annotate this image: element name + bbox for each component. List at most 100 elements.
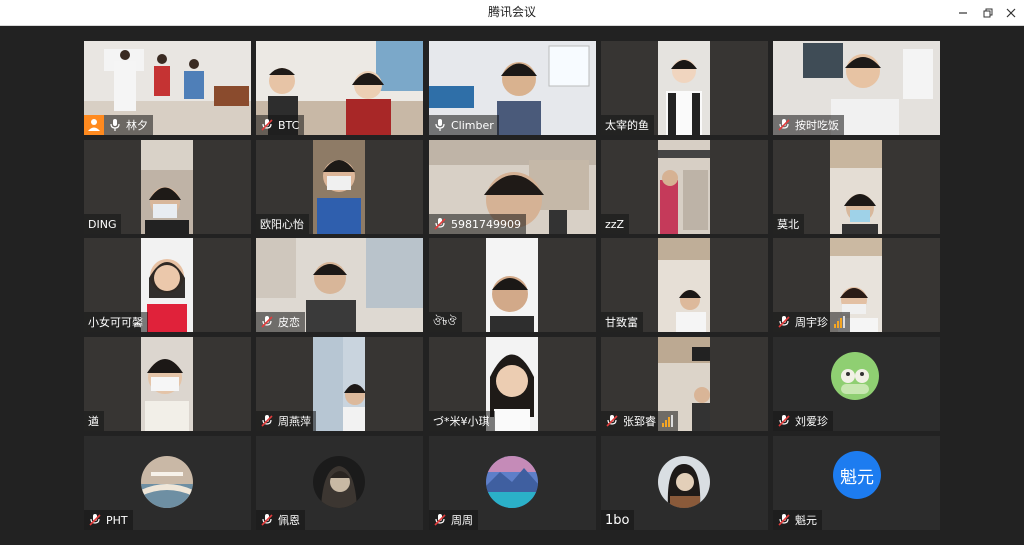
participant-label: Climber xyxy=(429,115,499,135)
participant-name: 太宰的鱼 xyxy=(605,119,649,132)
participant-label: 周周 xyxy=(429,510,478,530)
participant-label: 甘致富 xyxy=(601,312,643,332)
participant-name: 莫北 xyxy=(777,218,799,231)
video-feed xyxy=(830,140,882,234)
participant-name: づ*米¥小琪 xyxy=(433,415,490,428)
participant-tile[interactable]: ঔ৳ঔ xyxy=(429,238,596,332)
video-feed xyxy=(141,337,193,431)
participant-name: 甘致富 xyxy=(605,316,638,329)
mic-icon[interactable] xyxy=(108,118,122,132)
participant-label: 欧阳心怡 xyxy=(256,214,309,234)
participant-label: 小女可可馨 xyxy=(84,312,148,332)
participant-tile[interactable]: 欧阳心怡 xyxy=(256,140,423,234)
participant-name: 刘爱珍 xyxy=(795,415,828,428)
participant-label: 按时吃饭 xyxy=(773,115,844,135)
video-feed xyxy=(313,140,365,234)
mic-icon[interactable] xyxy=(433,118,447,132)
close-icon[interactable] xyxy=(998,0,1024,25)
participant-label: 周燕萍 xyxy=(256,411,316,431)
participant-label: 5981749909 xyxy=(429,214,526,234)
video-grid: 林夕 BTC Climber 太宰的鱼 按时吃饭 DING 欧阳心怡 59817… xyxy=(84,41,940,530)
participant-name: 小女可可馨 xyxy=(88,316,143,329)
participant-label: 林夕 xyxy=(104,115,153,135)
participant-name: 周宇珍 xyxy=(795,316,828,329)
participant-name: DING xyxy=(88,217,117,231)
mic-muted-icon[interactable] xyxy=(260,414,274,428)
participant-name: 周燕萍 xyxy=(278,415,311,428)
participant-tile[interactable]: BTC xyxy=(256,41,423,135)
mic-muted-icon[interactable] xyxy=(433,217,447,231)
mic-muted-icon[interactable] xyxy=(777,118,791,132)
video-feed xyxy=(658,41,710,135)
participant-tile[interactable]: 5981749909 xyxy=(429,140,596,234)
participant-name: 林夕 xyxy=(126,119,148,132)
participant-tile[interactable]: 刘爱珍 xyxy=(773,337,940,431)
participant-tile[interactable]: zzZ xyxy=(601,140,768,234)
participant-tile[interactable]: DING xyxy=(84,140,251,234)
signal-icon xyxy=(662,415,673,427)
mic-muted-icon[interactable] xyxy=(777,414,791,428)
participant-label: ঔ৳ঔ xyxy=(429,312,462,332)
participant-name: 1bo xyxy=(605,512,630,528)
avatar xyxy=(486,456,538,508)
participant-tile[interactable]: 周宇珍 xyxy=(773,238,940,332)
participant-label: 佩恩 xyxy=(256,510,305,530)
participant-label: 张郅睿 xyxy=(601,411,678,431)
video-feed xyxy=(313,337,365,431)
mic-muted-icon[interactable] xyxy=(88,513,102,527)
participant-tile[interactable]: づ*米¥小琪 xyxy=(429,337,596,431)
participant-label: 周宇珍 xyxy=(773,312,850,332)
participant-label: BTC xyxy=(256,115,305,135)
participant-label: 魁元 xyxy=(773,510,822,530)
participant-label: zzZ xyxy=(601,214,630,234)
participant-tile[interactable]: 周周 xyxy=(429,436,596,530)
avatar: 魁元 xyxy=(833,451,881,499)
window-title: 腾讯会议 xyxy=(487,5,536,19)
mic-muted-icon[interactable] xyxy=(433,513,447,527)
participant-tile[interactable]: PHT xyxy=(84,436,251,530)
participant-name: 佩恩 xyxy=(278,514,300,527)
participant-name: 周周 xyxy=(451,514,473,527)
participant-tile[interactable]: 魁元 魁元 xyxy=(773,436,940,530)
mic-muted-icon[interactable] xyxy=(260,513,274,527)
mic-muted-icon[interactable] xyxy=(605,414,619,428)
mic-muted-icon[interactable] xyxy=(777,513,791,527)
participant-tile[interactable]: 张郅睿 xyxy=(601,337,768,431)
participant-tile[interactable]: 1bo xyxy=(601,436,768,530)
participant-name: 5981749909 xyxy=(451,217,521,231)
mic-muted-icon[interactable] xyxy=(260,118,274,132)
participant-name: 皮恋 xyxy=(278,316,300,329)
video-feed xyxy=(486,238,538,332)
participant-tile[interactable]: 按时吃饭 xyxy=(773,41,940,135)
video-feed xyxy=(658,140,710,234)
participant-name: PHT xyxy=(106,513,128,527)
participant-tile[interactable]: 皮恋 xyxy=(256,238,423,332)
participant-tile[interactable]: 遒 xyxy=(84,337,251,431)
user-icon xyxy=(88,119,100,131)
participant-tile[interactable]: 莫北 xyxy=(773,140,940,234)
participant-tile[interactable]: 佩恩 xyxy=(256,436,423,530)
video-feed xyxy=(141,140,193,234)
participant-name: 张郅睿 xyxy=(623,415,656,428)
mic-muted-icon[interactable] xyxy=(260,315,274,329)
participant-tile[interactable]: 小女可可馨 xyxy=(84,238,251,332)
participant-label: 1bo xyxy=(601,510,635,530)
participant-tile[interactable]: 甘致富 xyxy=(601,238,768,332)
participant-name: zzZ xyxy=(605,217,625,231)
video-feed xyxy=(141,238,193,332)
mic-muted-icon[interactable] xyxy=(777,315,791,329)
video-feed xyxy=(658,238,710,332)
participant-name: 魁元 xyxy=(795,514,817,527)
minimize-icon[interactable] xyxy=(950,0,976,25)
participant-tile[interactable]: 周燕萍 xyxy=(256,337,423,431)
avatar xyxy=(313,456,365,508)
participant-tile[interactable]: Climber xyxy=(429,41,596,135)
avatar xyxy=(141,456,193,508)
participant-tile[interactable]: 林夕 xyxy=(84,41,251,135)
participant-label: DING xyxy=(84,214,122,234)
participant-name: Climber xyxy=(451,118,494,132)
participant-label: 太宰的鱼 xyxy=(601,115,654,135)
participant-tile[interactable]: 太宰的鱼 xyxy=(601,41,768,135)
participant-name: 欧阳心怡 xyxy=(260,218,304,231)
participant-label: づ*米¥小琪 xyxy=(429,411,495,431)
